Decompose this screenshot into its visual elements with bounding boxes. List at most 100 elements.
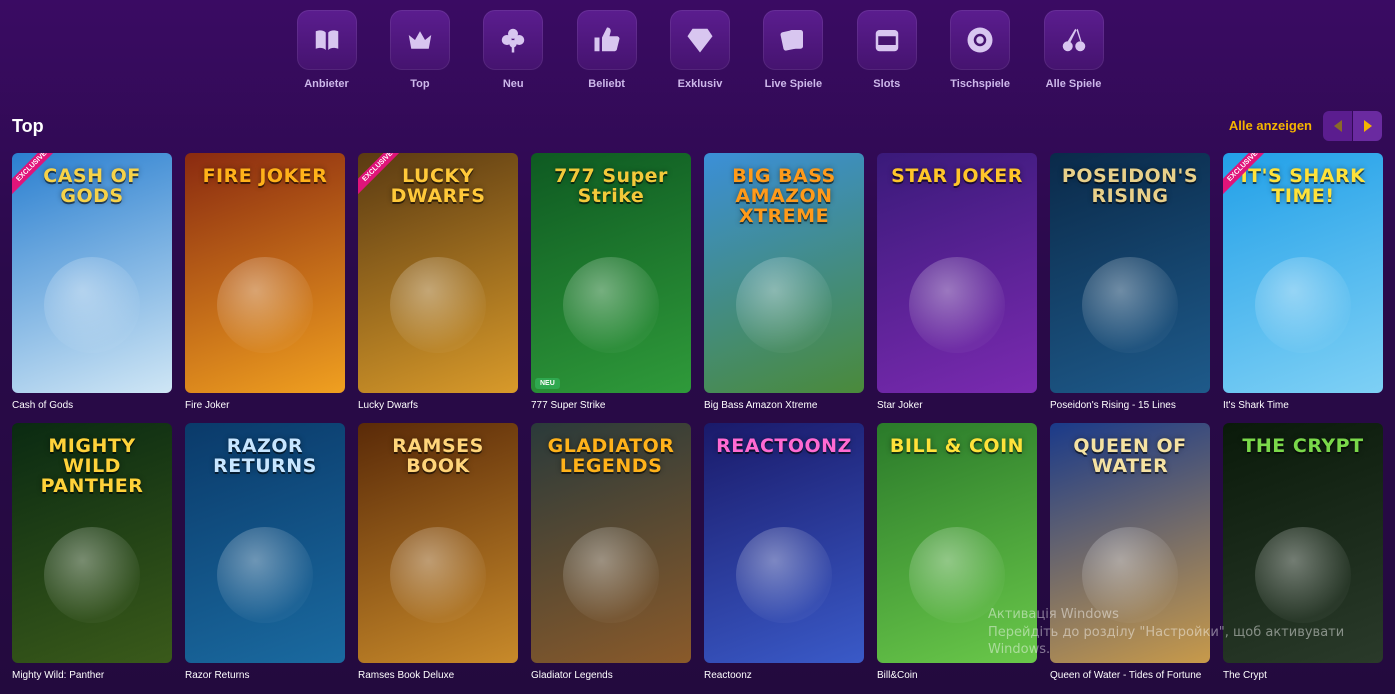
category-label: Slots xyxy=(873,78,901,90)
game-title[interactable]: Razor Returns xyxy=(185,670,345,681)
game-thumbnail[interactable]: FIRE JOKER xyxy=(185,153,345,393)
game-thumbnail[interactable]: CASH OF GODS EXCLUSIVE xyxy=(12,153,172,393)
crown-icon xyxy=(408,31,432,49)
category-anbieter[interactable]: Anbieter xyxy=(280,10,373,94)
game-tile[interactable]: STAR JOKER Star Joker xyxy=(877,153,1037,411)
game-thumbnail[interactable]: REACTOONZ xyxy=(704,423,864,663)
game-thumbnail[interactable]: RAZOR RETURNS xyxy=(185,423,345,663)
new-badge: NEU xyxy=(535,378,560,389)
game-thumbnail[interactable]: POSEIDON'S RISING xyxy=(1050,153,1210,393)
category-exklusiv[interactable]: Exklusiv xyxy=(654,10,747,94)
game-title[interactable]: It's Shark Time xyxy=(1223,400,1383,411)
game-logo-text: 777 Super Strike xyxy=(554,165,668,207)
category-icon-box xyxy=(296,10,357,70)
category-label: Neu xyxy=(502,78,524,90)
game-artwork xyxy=(736,257,832,353)
show-all-link[interactable]: Alle anzeigen xyxy=(1229,118,1312,133)
game-tile[interactable]: CASH OF GODS EXCLUSIVE Cash of Gods xyxy=(12,153,172,411)
game-artwork xyxy=(1255,257,1351,353)
game-title[interactable]: Reactoonz xyxy=(704,670,864,681)
category-label: Tischspiele xyxy=(950,78,1010,90)
category-label: Anbieter xyxy=(304,78,349,90)
game-logo-text: CASH OF GODS xyxy=(43,165,141,207)
game-logo-text: GLADIATOR LEGENDS xyxy=(547,435,675,477)
game-thumbnail[interactable]: IT'S SHARK TIME! EXCLUSIVE xyxy=(1223,153,1383,393)
game-logo-text: THE CRYPT xyxy=(1242,435,1364,457)
section-title: Top xyxy=(12,116,44,136)
game-title[interactable]: Gladiator Legends xyxy=(531,670,691,681)
game-logo-text: LUCKY DWARFS xyxy=(390,165,486,207)
game-thumbnail[interactable]: LUCKY DWARFS EXCLUSIVE xyxy=(358,153,518,393)
chevron-right-icon xyxy=(1363,120,1372,132)
poker-chip-icon xyxy=(967,27,993,53)
game-title[interactable]: Mighty Wild: Panther xyxy=(12,670,172,681)
game-artwork xyxy=(390,527,486,623)
category-label: Live Spiele xyxy=(764,78,823,90)
game-artwork xyxy=(563,257,659,353)
game-logo-text: REACTOONZ xyxy=(716,435,852,457)
game-thumbnail[interactable]: GLADIATOR LEGENDS xyxy=(531,423,691,663)
watermark-line-2: Перейдіть до розділу "Настройки", щоб ак… xyxy=(988,624,1345,640)
cherries-icon xyxy=(1062,28,1085,52)
category-label: Alle Spiele xyxy=(1045,78,1102,90)
game-artwork xyxy=(217,257,313,353)
game-thumbnail[interactable]: BIG BASS AMAZON XTREME xyxy=(704,153,864,393)
game-artwork xyxy=(44,257,140,353)
game-tile[interactable]: IT'S SHARK TIME! EXCLUSIVE It's Shark Time xyxy=(1223,153,1383,411)
clover-icon xyxy=(502,28,525,53)
game-thumbnail[interactable]: RAMSES BOOK xyxy=(358,423,518,663)
game-artwork xyxy=(909,257,1005,353)
game-title[interactable]: 777 Super Strike xyxy=(531,400,691,411)
game-tile[interactable]: POSEIDON'S RISING Poseidon's Rising - 15 … xyxy=(1050,153,1210,411)
game-artwork xyxy=(563,527,659,623)
category-live-spiele[interactable]: Live Spiele xyxy=(747,10,840,94)
game-title[interactable]: Lucky Dwarfs xyxy=(358,400,518,411)
game-logo-text: RAMSES BOOK xyxy=(392,435,484,477)
game-logo-text: STAR JOKER xyxy=(891,165,1023,187)
category-beliebt[interactable]: Beliebt xyxy=(560,10,653,94)
game-title[interactable]: Star Joker xyxy=(877,400,1037,411)
category-slots[interactable]: Slots xyxy=(840,10,933,94)
game-title[interactable]: Poseidon's Rising - 15 Lines xyxy=(1050,400,1210,411)
category-bar: Anbieter Top Neu Beliebt Exklusiv Live Spiele… xyxy=(280,10,1120,94)
game-thumbnail[interactable]: 777 Super Strike NEU xyxy=(531,153,691,393)
category-icon-box xyxy=(670,10,730,70)
game-artwork xyxy=(1082,257,1178,353)
game-logo-text: IT'S SHARK TIME! xyxy=(1240,165,1366,207)
game-tile[interactable]: BIG BASS AMAZON XTREME Big Bass Amazon Xt… xyxy=(704,153,864,411)
game-artwork xyxy=(217,527,313,623)
game-thumbnail[interactable]: MIGHTY WILD PANTHER xyxy=(12,423,172,663)
category-tischspiele[interactable]: Tischspiele xyxy=(934,10,1027,94)
game-title[interactable]: Big Bass Amazon Xtreme xyxy=(704,400,864,411)
carousel-arrows xyxy=(1323,111,1382,141)
game-logo-text: RAZOR RETURNS xyxy=(213,435,317,477)
game-tile[interactable]: FIRE JOKER Fire Joker xyxy=(185,153,345,411)
game-tile[interactable]: LUCKY DWARFS EXCLUSIVE Lucky Dwarfs xyxy=(358,153,518,411)
game-logo-text: QUEEN OF WATER xyxy=(1073,435,1187,477)
category-alle-spiele[interactable]: Alle Spiele xyxy=(1027,10,1120,94)
category-label: Top xyxy=(410,78,430,90)
chevron-left-icon xyxy=(1333,120,1342,132)
game-title[interactable]: Bill&Coin xyxy=(877,670,1037,681)
game-tile[interactable]: 777 Super Strike NEU 777 Super Strike xyxy=(531,153,691,411)
game-tile[interactable]: REACTOONZ Reactoonz xyxy=(704,423,864,681)
game-tile[interactable]: GLADIATOR LEGENDS Gladiator Legends xyxy=(531,423,691,681)
category-icon-box xyxy=(763,10,824,70)
prev-button[interactable] xyxy=(1323,111,1352,141)
game-title[interactable]: The Crypt xyxy=(1223,670,1383,681)
game-artwork xyxy=(390,257,486,353)
game-tile[interactable]: MIGHTY WILD PANTHER Mighty Wild: Panther xyxy=(12,423,172,681)
game-tile[interactable]: RAMSES BOOK Ramses Book Deluxe xyxy=(358,423,518,681)
thumbs-up-icon xyxy=(594,27,620,52)
slot-machine-icon xyxy=(875,30,898,52)
game-tile[interactable]: RAZOR RETURNS Razor Returns xyxy=(185,423,345,681)
category-top[interactable]: Top xyxy=(373,10,466,94)
game-thumbnail[interactable]: STAR JOKER xyxy=(877,153,1037,393)
game-title[interactable]: Cash of Gods xyxy=(12,400,172,411)
game-title[interactable]: Queen of Water - Tides of Fortune xyxy=(1050,670,1210,681)
next-button[interactable] xyxy=(1353,111,1382,141)
game-title[interactable]: Ramses Book Deluxe xyxy=(358,670,518,681)
category-neu[interactable]: Neu xyxy=(467,10,560,94)
game-title[interactable]: Fire Joker xyxy=(185,400,345,411)
diamond-icon xyxy=(687,28,713,53)
